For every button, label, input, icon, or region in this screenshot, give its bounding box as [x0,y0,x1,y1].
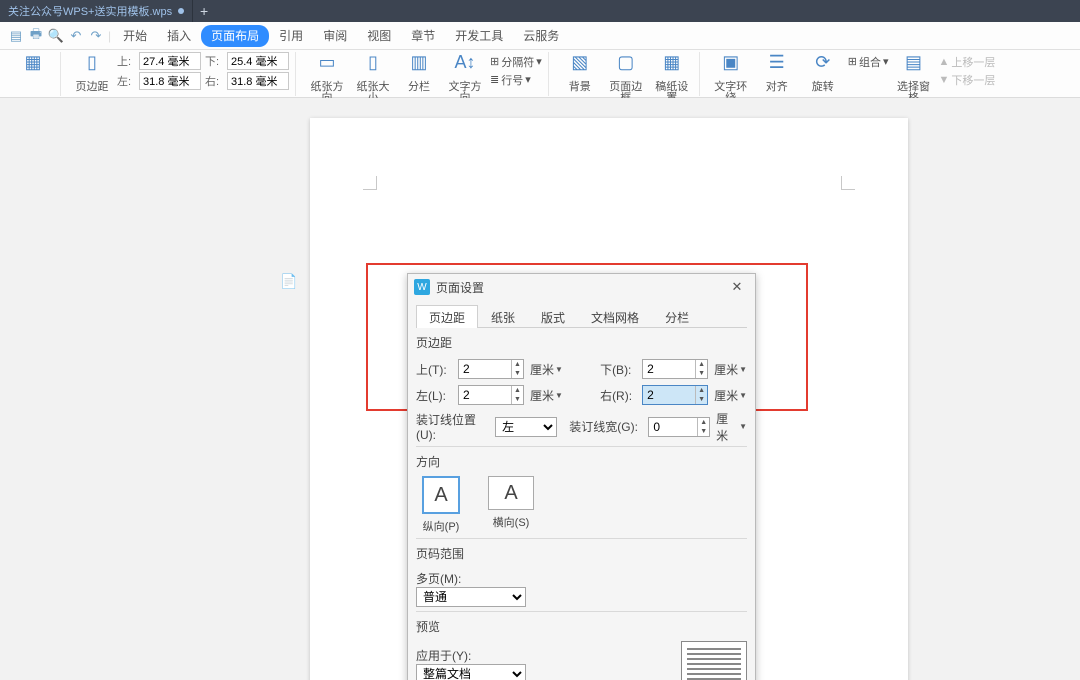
orientation-portrait[interactable]: A 纵向(P) [416,476,466,534]
dialog-tabs: 页边距纸张版式文档网格分栏 [416,304,747,328]
unit-dropdown[interactable]: ▼ [555,365,563,374]
rotate-button[interactable]: ⟳旋转 [802,52,844,96]
dialog-title: 页面设置 [436,279,719,296]
margin-top-label: 上: [117,53,137,69]
margin-bottom-label: 下: [205,53,225,69]
select-pane-button[interactable]: ▤选择窗格 [893,52,935,96]
paper-size-button[interactable]: ▯纸张大小 [352,52,394,96]
canvas: 📄 W 页面设置 ✕ 页边距纸张版式文档网格分栏 页边距 上(T): ▲▼ 厘米… [0,98,1080,680]
title-bar: 关注公众号WPS+送实用模板.wps + [0,0,1080,22]
undo-icon[interactable]: ↶ [66,26,86,46]
save-icon[interactable]: ▤ [6,26,26,46]
text-direction-button[interactable]: A↕文字方向 [444,52,486,96]
margin-bottom-input[interactable] [227,52,289,70]
label-multipage: 多页(M): [416,570,480,587]
tab-title: 关注公众号WPS+送实用模板.wps [8,3,172,19]
document-tab[interactable]: 关注公众号WPS+送实用模板.wps [0,0,193,22]
new-tab-button[interactable]: + [193,0,215,22]
move-down-button[interactable]: ▼ 下移一层 [939,72,996,88]
label-left: 左(L): [416,387,452,404]
menu-插入[interactable]: 插入 [157,25,201,47]
input-gutter-width[interactable]: ▲▼ [648,417,710,437]
tab-modified-dot [178,8,184,14]
input-bottom[interactable]: ▲▼ [642,359,708,379]
margin-left-label: 左: [117,73,137,89]
label-gutter-width: 装订线宽(G): [569,418,642,435]
menu-云服务[interactable]: 云服务 [513,25,569,47]
orient-section-title: 方向 [416,447,747,472]
unit-dropdown[interactable]: ▼ [739,391,747,400]
label-applyto: 应用于(Y): [416,647,480,664]
select-applyto[interactable]: 整篇文档 [416,664,526,680]
menu-页面布局[interactable]: 页面布局 [201,25,269,47]
ribbon: ▦ ▯页边距 上: 左: 下: 右: ▭纸张方向 ▯纸张大小 ▥分栏 A↕文字方… [0,50,1080,98]
dialog-tab-2[interactable]: 版式 [528,305,578,328]
margin-section-title: 页边距 [416,328,747,353]
theme-button[interactable]: ▦ [12,52,54,96]
margin-left-input[interactable] [139,72,201,90]
menu-bar: ▤ 🖶 🔍 ↶ ↷ | 开始插入页面布局引用审阅视图章节开发工具云服务 [0,22,1080,50]
label-right: 右(R): [600,387,636,404]
group-button[interactable]: ⊞ 组合 ▾ [848,54,889,70]
print-icon[interactable]: 🖶 [26,26,46,46]
margin-mark [363,176,377,190]
unit-dropdown[interactable]: ▼ [739,365,747,374]
dialog-tab-4[interactable]: 分栏 [652,305,702,328]
preview-section-title: 预览 [416,612,747,637]
menu-开始[interactable]: 开始 [113,25,157,47]
separator: | [108,29,111,43]
orientation-landscape[interactable]: A 横向(S) [486,476,536,534]
margin-right-label: 右: [205,73,225,89]
breaks-button[interactable]: ⊞ 分隔符 ▾ [490,54,542,70]
select-multipage[interactable]: 普通 [416,587,526,607]
page-margin-button[interactable]: ▯页边距 [71,52,113,96]
redo-icon[interactable]: ↷ [86,26,106,46]
input-left[interactable]: ▲▼ [458,385,524,405]
dialog-tab-3[interactable]: 文档网格 [578,305,652,328]
paragraph-icon: 📄 [280,273,297,290]
margin-right-input[interactable] [227,72,289,90]
app-icon: W [414,279,430,295]
preview-icon[interactable]: 🔍 [46,26,66,46]
page-setup-dialog: W 页面设置 ✕ 页边距纸张版式文档网格分栏 页边距 上(T): ▲▼ 厘米▼ … [407,273,756,680]
line-number-button[interactable]: ≣ 行号 ▾ [490,72,542,88]
dialog-tab-1[interactable]: 纸张 [478,305,528,328]
input-right[interactable]: ▲▼ [642,385,708,405]
range-section-title: 页码范围 [416,539,747,564]
move-up-button[interactable]: ▲ 上移一层 [939,54,996,70]
menu-视图[interactable]: 视图 [357,25,401,47]
menu-引用[interactable]: 引用 [269,25,313,47]
label-top: 上(T): [416,361,452,378]
menu-开发工具[interactable]: 开发工具 [445,25,513,47]
dialog-tab-0[interactable]: 页边距 [416,305,478,328]
unit-dropdown[interactable]: ▼ [555,391,563,400]
page-border-button[interactable]: ▢页面边框 [605,52,647,96]
columns-button[interactable]: ▥分栏 [398,52,440,96]
input-top[interactable]: ▲▼ [458,359,524,379]
label-gutter-pos: 装订线位置(U): [416,411,489,442]
unit-dropdown[interactable]: ▼ [739,422,747,431]
align-button[interactable]: ☰对齐 [756,52,798,96]
orientation-button[interactable]: ▭纸张方向 [306,52,348,96]
menu-章节[interactable]: 章节 [401,25,445,47]
label-bottom: 下(B): [600,361,636,378]
margin-mark [841,176,855,190]
text-wrap-button[interactable]: ▣文字环绕 [710,52,752,96]
background-button[interactable]: ▧背景 [559,52,601,96]
preview-page-icon [681,641,747,680]
select-gutter-pos[interactable]: 左 [495,417,557,437]
close-button[interactable]: ✕ [725,277,749,297]
grid-settings-button[interactable]: ▦稿纸设置 [651,52,693,96]
menu-审阅[interactable]: 审阅 [313,25,357,47]
margin-top-input[interactable] [139,52,201,70]
